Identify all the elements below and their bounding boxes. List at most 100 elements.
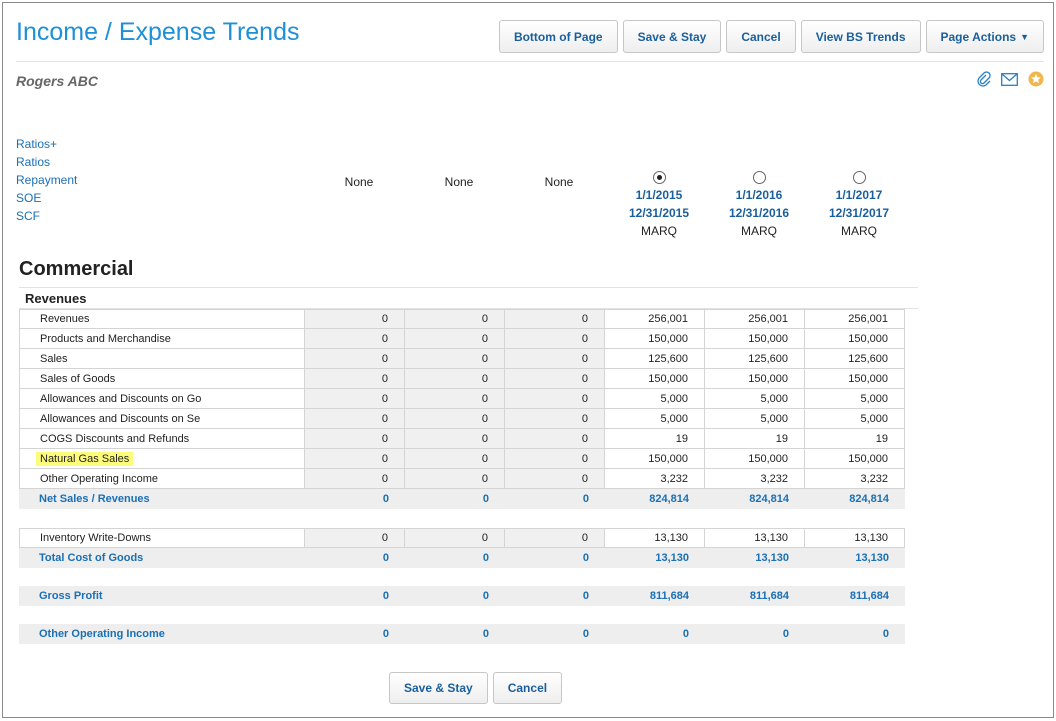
value-cell[interactable]: 0 <box>305 369 405 389</box>
value-cell[interactable]: 0 <box>505 449 605 469</box>
value-cell[interactable]: 0 <box>405 349 505 369</box>
value-cell[interactable]: 150,000 <box>705 329 805 349</box>
link-ratios-plus[interactable]: Ratios+ <box>16 135 77 153</box>
value-cell[interactable]: 0 <box>305 409 405 429</box>
value-cell[interactable]: 125,600 <box>805 349 905 369</box>
value-cell[interactable]: 0 <box>305 349 405 369</box>
value-cell[interactable]: 256,001 <box>805 309 905 329</box>
column-none-label: None <box>544 175 574 189</box>
value-cell[interactable]: 150,000 <box>705 449 805 469</box>
value-cell[interactable]: 0 <box>505 469 605 489</box>
paperclip-icon[interactable] <box>977 71 991 87</box>
value-cell[interactable]: 256,001 <box>605 309 705 329</box>
column-header-2016: 1/1/2016 12/31/2016 MARQ <box>709 170 809 241</box>
value-cell[interactable]: 5,000 <box>805 409 905 429</box>
column-header-empty-1: None <box>309 170 409 189</box>
value-cell[interactable]: 5,000 <box>605 409 705 429</box>
value-cell[interactable]: 0 <box>405 449 505 469</box>
period-radio-2016[interactable] <box>752 171 766 184</box>
section-divider <box>19 287 918 288</box>
value-cell[interactable]: 150,000 <box>605 329 705 349</box>
mail-icon[interactable] <box>1001 72 1018 86</box>
bottom-action-bar: Save & Stay Cancel <box>389 672 563 704</box>
value-cell[interactable]: 19 <box>805 429 905 449</box>
value-cell[interactable]: 0 <box>505 309 605 329</box>
page-actions-button[interactable]: Page Actions ▼ <box>925 20 1044 53</box>
value-cell[interactable]: 0 <box>405 528 505 548</box>
value-cell[interactable]: 13,130 <box>805 528 905 548</box>
value-cell[interactable]: 256,001 <box>705 309 805 329</box>
value-cell[interactable]: 0 <box>305 449 405 469</box>
view-bs-trends-button[interactable]: View BS Trends <box>800 20 921 53</box>
value-cell[interactable]: 3,232 <box>705 469 805 489</box>
row-label: Net Sales / Revenues <box>39 493 150 505</box>
value-cell[interactable]: 0 <box>305 329 405 349</box>
value-cell[interactable]: 0 <box>405 309 505 329</box>
row-label: Allowances and Discounts on Go <box>19 389 305 409</box>
row-label: Revenues <box>19 309 305 329</box>
value-cell[interactable]: 3,232 <box>605 469 705 489</box>
value-cell[interactable]: 0 <box>405 409 505 429</box>
value-cell[interactable]: 5,000 <box>705 389 805 409</box>
total-cell: 824,814 <box>649 493 689 505</box>
link-repayment[interactable]: Repayment <box>16 171 77 189</box>
column-header-2015: 1/1/2015 12/31/2015 MARQ <box>609 170 709 241</box>
value-cell[interactable]: 0 <box>305 528 405 548</box>
value-cell[interactable]: 13,130 <box>705 528 805 548</box>
value-cell[interactable]: 150,000 <box>805 449 905 469</box>
save-stay-button[interactable]: Save & Stay <box>622 20 722 53</box>
value-cell[interactable]: 150,000 <box>705 369 805 389</box>
gross-profit-table: Gross Profit 0 0 0 811,684 811,684 811,6… <box>19 586 905 606</box>
value-cell[interactable]: 19 <box>705 429 805 449</box>
value-cell[interactable]: 19 <box>605 429 705 449</box>
value-cell[interactable]: 0 <box>405 389 505 409</box>
value-cell[interactable]: 0 <box>305 469 405 489</box>
value-cell[interactable]: 3,232 <box>805 469 905 489</box>
value-cell[interactable]: 150,000 <box>605 449 705 469</box>
table-row: COGS Discounts and Refunds 0 0 0 19 19 1… <box>19 429 905 449</box>
period-start: 1/1/2015 <box>635 188 683 202</box>
value-cell[interactable]: 0 <box>505 389 605 409</box>
value-cell[interactable]: 150,000 <box>605 369 705 389</box>
link-ratios[interactable]: Ratios <box>16 153 77 171</box>
total-cell: 0 <box>482 590 489 602</box>
link-soe[interactable]: SOE <box>16 189 77 207</box>
page-actions-label: Page Actions <box>940 29 1017 44</box>
value-cell[interactable]: 13,130 <box>605 528 705 548</box>
bottom-cancel-button[interactable]: Cancel <box>492 672 563 704</box>
value-cell[interactable]: 0 <box>405 329 505 349</box>
value-cell[interactable]: 0 <box>405 369 505 389</box>
period-radio-2015[interactable] <box>652 171 666 184</box>
value-cell[interactable]: 5,000 <box>805 389 905 409</box>
link-scf[interactable]: SCF <box>16 207 77 225</box>
value-cell[interactable]: 0 <box>305 389 405 409</box>
value-cell[interactable]: 0 <box>305 309 405 329</box>
value-cell[interactable]: 0 <box>505 429 605 449</box>
value-cell[interactable]: 0 <box>505 528 605 548</box>
value-cell[interactable]: 150,000 <box>805 369 905 389</box>
value-cell[interactable]: 0 <box>505 369 605 389</box>
value-cell[interactable]: 125,600 <box>705 349 805 369</box>
value-cell[interactable]: 125,600 <box>605 349 705 369</box>
row-label: Products and Merchandise <box>19 329 305 349</box>
value-cell[interactable]: 0 <box>405 469 505 489</box>
column-header-empty-3: None <box>509 170 609 189</box>
table-row: Inventory Write-Downs 0 0 0 13,130 13,13… <box>19 528 905 548</box>
value-cell[interactable]: 0 <box>505 409 605 429</box>
value-cell[interactable]: 0 <box>505 349 605 369</box>
period-end: 12/31/2015 <box>628 206 690 220</box>
value-cell[interactable]: 5,000 <box>705 409 805 429</box>
star-icon[interactable] <box>1028 71 1044 87</box>
value-cell[interactable]: 0 <box>305 429 405 449</box>
row-label: Inventory Write-Downs <box>19 528 305 548</box>
value-cell[interactable]: 150,000 <box>805 329 905 349</box>
cancel-button[interactable]: Cancel <box>726 20 796 53</box>
value-cell[interactable]: 0 <box>405 429 505 449</box>
period-radio-2017[interactable] <box>852 171 866 184</box>
table-row: Allowances and Discounts on Se 0 0 0 5,0… <box>19 409 905 429</box>
row-label: Total Cost of Goods <box>39 552 144 564</box>
bottom-save-stay-button[interactable]: Save & Stay <box>389 672 488 704</box>
bottom-of-page-button[interactable]: Bottom of Page <box>498 20 618 53</box>
value-cell[interactable]: 0 <box>505 329 605 349</box>
value-cell[interactable]: 5,000 <box>605 389 705 409</box>
